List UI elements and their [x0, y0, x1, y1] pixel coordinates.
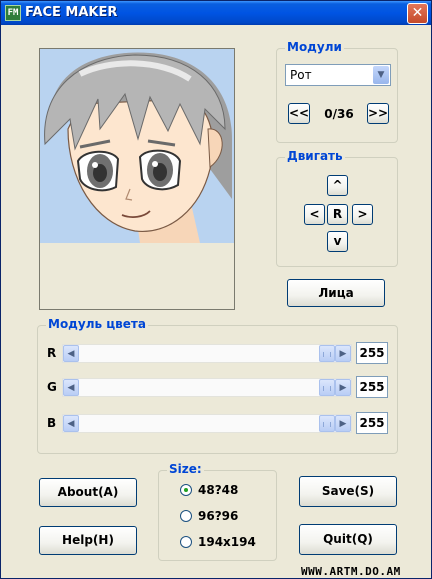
quit-button[interactable]: Quit(Q) [299, 524, 397, 555]
faces-button[interactable]: Лица [287, 279, 385, 307]
grip-icon [323, 386, 331, 391]
slider-thumb[interactable] [319, 345, 335, 362]
size-option-label: 96?96 [198, 509, 239, 523]
color-slider-r[interactable]: ◀ ▶ [62, 344, 352, 363]
color-slider-g[interactable]: ◀ ▶ [62, 378, 352, 397]
scroll-left-icon[interactable]: ◀ [63, 379, 79, 396]
move-down-button[interactable]: v [327, 231, 348, 252]
move-left-button[interactable]: < [304, 204, 325, 225]
modules-group: Модули [276, 40, 398, 143]
app-window: FM FACE MAKER ✕ Модули Рот ▼ << 0/36 >> … [0, 0, 432, 579]
channel-value-b[interactable]: 255 [356, 412, 388, 434]
save-button[interactable]: Save(S) [299, 476, 397, 507]
radio-icon[interactable] [180, 510, 192, 522]
watermark-text: WWW.ARTM.DO.AM [301, 565, 401, 578]
module-select-value: Рот [290, 68, 312, 82]
module-select[interactable]: Рот ▼ [285, 64, 391, 86]
move-group-title: Двигать [285, 149, 345, 163]
slider-thumb[interactable] [319, 415, 335, 432]
radio-icon[interactable] [180, 484, 192, 496]
size-option-label: 194x194 [198, 535, 256, 549]
scroll-right-icon[interactable]: ▶ [335, 379, 351, 396]
scroll-left-icon[interactable]: ◀ [63, 415, 79, 432]
size-group-title: Size: [167, 462, 204, 476]
close-button[interactable]: ✕ [407, 3, 428, 24]
face-preview-frame [39, 48, 235, 310]
move-right-button[interactable]: > [352, 204, 373, 225]
channel-value-g[interactable]: 255 [356, 376, 388, 398]
title-bar[interactable]: FM FACE MAKER ✕ [1, 1, 431, 25]
color-module-title: Модуль цвета [46, 317, 148, 331]
radio-selected-dot [184, 488, 188, 492]
color-slider-b[interactable]: ◀ ▶ [62, 414, 352, 433]
prev-module-button[interactable]: << [288, 103, 310, 124]
scroll-right-icon[interactable]: ▶ [335, 415, 351, 432]
window-title: FACE MAKER [25, 5, 118, 20]
anime-face-illustration [40, 49, 234, 243]
move-reset-button[interactable]: R [327, 204, 348, 225]
move-up-button[interactable]: ^ [327, 175, 348, 196]
next-module-button[interactable]: >> [367, 103, 389, 124]
scroll-left-icon[interactable]: ◀ [63, 345, 79, 362]
size-option-label: 48?48 [198, 483, 239, 497]
chevron-down-icon[interactable]: ▼ [373, 66, 389, 84]
channel-label-r: R [47, 346, 57, 360]
radio-icon[interactable] [180, 536, 192, 548]
slider-thumb[interactable] [319, 379, 335, 396]
help-button[interactable]: Help(H) [39, 526, 137, 555]
app-icon: FM [5, 5, 21, 21]
grip-icon [323, 352, 331, 357]
modules-group-title: Модули [285, 40, 344, 54]
channel-label-g: G [47, 380, 57, 394]
about-button[interactable]: About(A) [39, 478, 137, 507]
module-counter: 0/36 [324, 107, 354, 121]
channel-label-b: B [47, 416, 57, 430]
grip-icon [323, 422, 331, 427]
channel-value-r[interactable]: 255 [356, 342, 388, 364]
face-preview-image [40, 49, 234, 243]
scroll-right-icon[interactable]: ▶ [335, 345, 351, 362]
